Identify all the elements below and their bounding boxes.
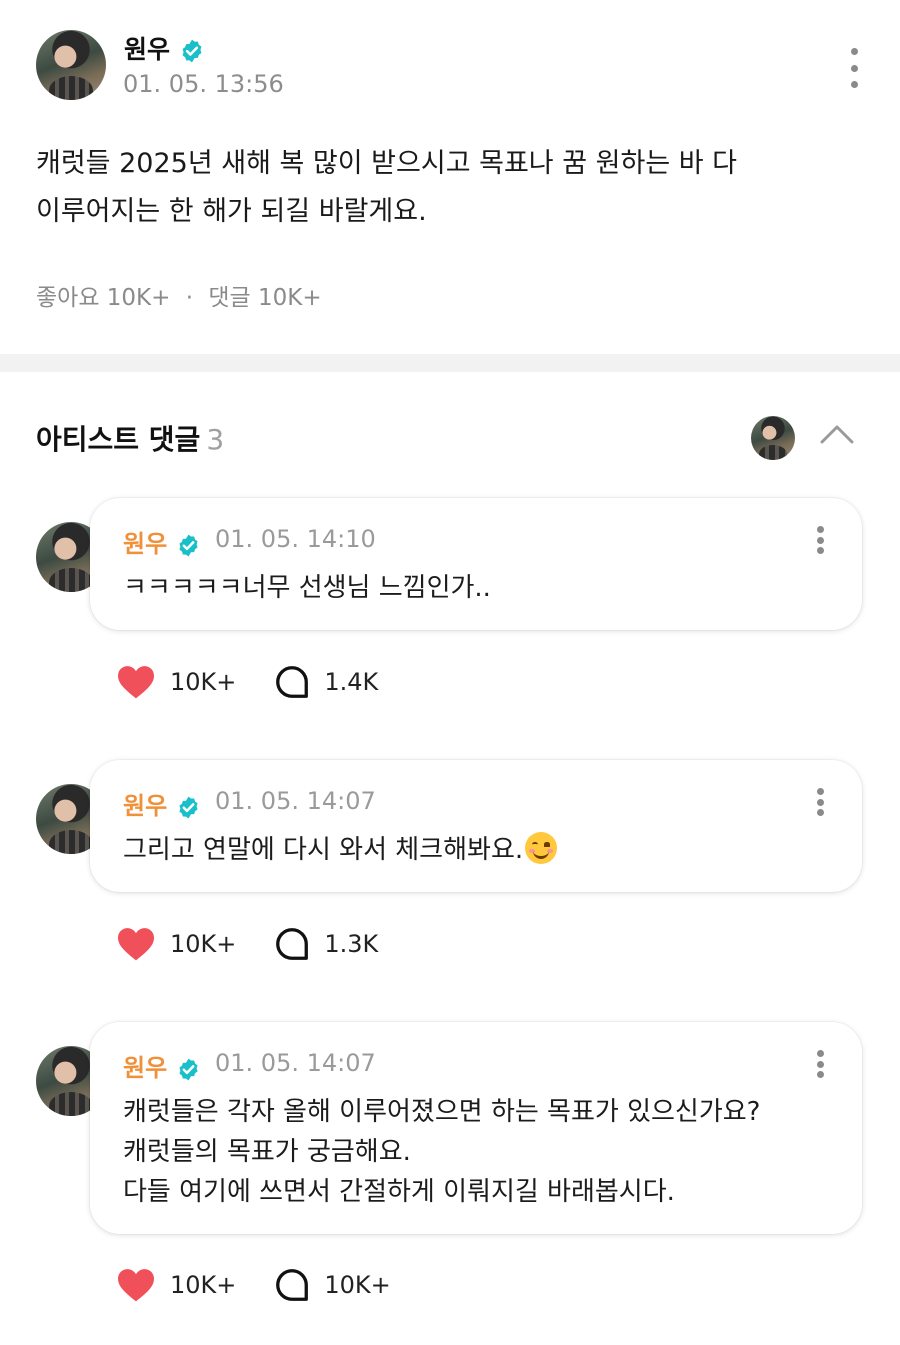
verified-badge-icon: [178, 796, 198, 818]
smiling-face-icon: [525, 832, 558, 864]
chevron-up-icon[interactable]: [820, 424, 854, 444]
section-divider: [0, 354, 900, 372]
post-body-line: 이루어지는 한 해가 되길 바랄게요.: [36, 196, 427, 227]
artist-comments-header: 아티스트 댓글 3: [36, 418, 224, 458]
reply-count: 10K+: [324, 1271, 391, 1299]
post-stats: 좋아요 10K+ · 댓글 10K+: [36, 278, 322, 312]
post-timestamp: 01. 05. 13:56: [123, 70, 284, 98]
comment-text: 그리고 연말에 다시 와서 체크해봐요.: [123, 830, 823, 870]
post-body-line: 캐럿들 2025년 새해 복 많이 받으시고 목표나 꿈 원하는 바 다: [36, 148, 738, 179]
comment-text-line-content: 그리고 연말에 다시 와서 체크해봐요.: [123, 835, 524, 865]
comment-more-menu-icon[interactable]: [808, 1050, 832, 1078]
artist-comments-avatar[interactable]: [751, 416, 795, 460]
post-comments-count[interactable]: 댓글 10K+: [208, 285, 321, 311]
reply-bubble-icon[interactable]: [274, 1267, 310, 1303]
post-author-avatar[interactable]: [36, 30, 106, 100]
heart-icon[interactable]: [116, 926, 156, 962]
like-count: 10K+: [170, 930, 237, 958]
comment-author-row: 원우: [123, 524, 201, 559]
comment-more-menu-icon[interactable]: [808, 788, 832, 816]
artist-comments-title: 아티스트 댓글: [36, 423, 201, 456]
comment-author-name[interactable]: 원우: [123, 530, 167, 558]
comment-actions: 10K+ 10K+: [116, 1265, 391, 1305]
verified-badge-icon: [182, 39, 202, 63]
comment-text-line: 캐럿들의 목표가 궁금해요.: [123, 1137, 411, 1167]
stats-separator: ·: [185, 285, 194, 311]
like-count: 10K+: [170, 1271, 237, 1299]
comment-text-line: 그리고 연말에 다시 와서 체크해봐요.: [123, 830, 823, 870]
comment-actions: 10K+ 1.4K: [116, 662, 378, 702]
comment-card: 원우 01. 05. 14:07 캐럿들은 각자 올해 이루어졌으면 하는 목표…: [90, 1022, 862, 1234]
comment-author-name[interactable]: 원우: [123, 792, 167, 820]
comment-text: ㅋㅋㅋㅋㅋ너무 선생님 느낌인가..: [123, 568, 823, 608]
reply-bubble-icon[interactable]: [274, 664, 310, 700]
artist-comments-count: 3: [206, 423, 225, 456]
comment-actions: 10K+ 1.3K: [116, 924, 378, 964]
comment-text-line: ㅋㅋㅋㅋㅋ너무 선생님 느낌인가..: [123, 573, 491, 603]
comment-text-line: 다들 여기에 쓰면서 간절하게 이뤄지길 바래봅시다.: [123, 1177, 675, 1207]
comment-timestamp: 01. 05. 14:10: [215, 525, 376, 553]
post-author-row: 원우: [124, 30, 205, 66]
post-author-name[interactable]: 원우: [124, 35, 170, 64]
post-more-menu-icon[interactable]: [842, 48, 866, 88]
comment-more-menu-icon[interactable]: [808, 526, 832, 554]
comment-card: 원우 01. 05. 14:07 그리고 연말에 다시 와서 체크해봐요.: [90, 760, 862, 892]
reply-count: 1.4K: [324, 668, 379, 696]
heart-icon[interactable]: [116, 664, 156, 700]
comment-card: 원우 01. 05. 14:10 ㅋㅋㅋㅋㅋ너무 선생님 느낌인가..: [90, 498, 862, 630]
comment-author-row: 원우: [123, 786, 201, 821]
comment-text: 캐럿들은 각자 올해 이루어졌으면 하는 목표가 있으신가요? 캐럿들의 목표가…: [123, 1092, 823, 1212]
post-likes-count[interactable]: 좋아요 10K+: [36, 285, 170, 311]
reply-count: 1.3K: [324, 930, 379, 958]
post-body: 캐럿들 2025년 새해 복 많이 받으시고 목표나 꿈 원하는 바 다 이루어…: [36, 140, 836, 236]
reply-bubble-icon[interactable]: [274, 926, 310, 962]
verified-badge-icon: [178, 1058, 198, 1080]
like-count: 10K+: [170, 668, 237, 696]
comment-timestamp: 01. 05. 14:07: [215, 787, 376, 815]
verified-badge-icon: [178, 534, 198, 556]
comment-timestamp: 01. 05. 14:07: [215, 1049, 376, 1077]
heart-icon[interactable]: [116, 1267, 156, 1303]
comment-author-name[interactable]: 원우: [123, 1054, 167, 1082]
comment-author-row: 원우: [123, 1048, 201, 1083]
comment-text-line: 캐럿들은 각자 올해 이루어졌으면 하는 목표가 있으신가요?: [123, 1097, 761, 1127]
